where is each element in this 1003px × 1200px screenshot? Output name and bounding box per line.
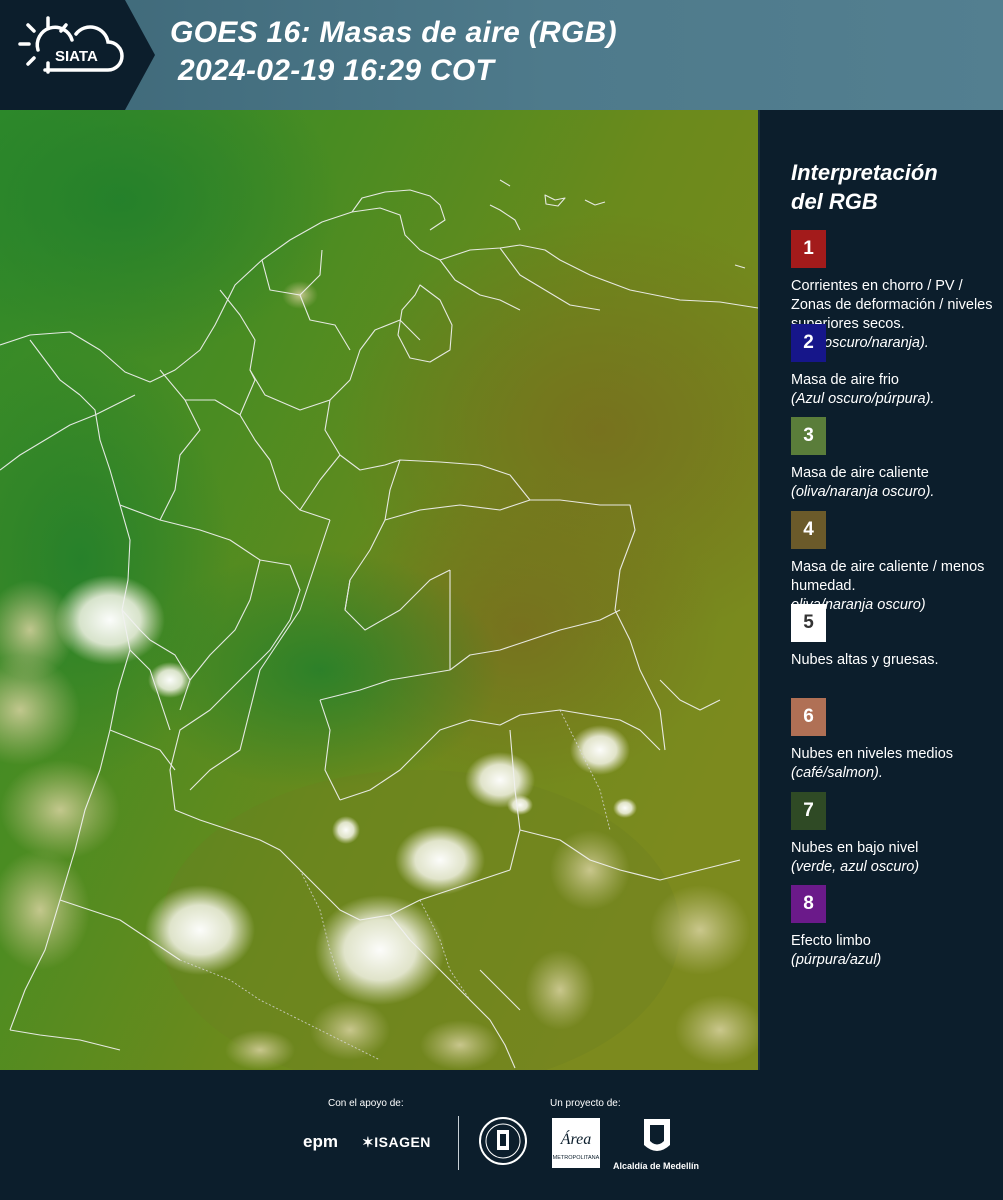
legend-item-2: 2 Masa de aire frio (Azul oscuro/púrpura). (791, 323, 1001, 418)
legend-panel: Interpretación del RGB 1 Corrientes en ch… (758, 110, 1003, 1070)
legend-swatch: 6 (791, 697, 826, 736)
isagen-logo: ✶ISAGEN (362, 1134, 431, 1151)
legend-item-6: 6 Nubes en niveles medios (café/salmon). (791, 697, 1001, 792)
legend-swatch: 1 (791, 230, 826, 268)
title-line-1: GOES 16: Masas de aire (RGB) (170, 16, 617, 49)
legend-note: (oliva/naranja oscuro). (791, 484, 935, 501)
legend-swatch: 5 (791, 604, 826, 643)
epm-logo: epm (303, 1132, 338, 1151)
legend-item-8: 8 Efecto limbo (púrpura/azul) (791, 885, 1001, 979)
page-title: GOES 16: Masas de aire (RGB) 2024-02-19 … (170, 14, 617, 90)
legend-note: (verde, azul oscuro) (791, 858, 920, 875)
legend-swatch: 7 (791, 791, 826, 830)
legend-swatch: 8 (791, 885, 826, 924)
svg-text:METROPOLITANA: METROPOLITANA (553, 1155, 600, 1161)
alcaldia-label: Alcaldía de Medellín (613, 1161, 700, 1171)
satellite-map[interactable] (0, 110, 758, 1070)
isagen-mark-icon: ✶ (362, 1134, 375, 1150)
support-label: Con el apoyo de: (328, 1098, 404, 1109)
legend-item-5: 5 Nubes altas y gruesas. (791, 604, 1001, 698)
footer-divider (458, 1116, 459, 1170)
title-line-2: 2024-02-19 16:29 COT (178, 54, 495, 87)
legend-description: Nubes altas y gruesas. (791, 651, 1001, 670)
legend-item-4: 4 Masa de aire caliente / menos humedad. o… (791, 510, 1001, 613)
legend-note: (café/salmon). (791, 764, 883, 781)
legend-description: Nubes en bajo nivel (verde, azul oscuro) (791, 839, 1001, 877)
isagen-label: ISAGEN (374, 1134, 431, 1150)
university-seal-icon (478, 1116, 528, 1166)
svg-text:Área: Área (560, 1129, 592, 1148)
legend-text: Nubes altas y gruesas. (791, 652, 939, 669)
legend-text: Masa de aire caliente (791, 465, 929, 482)
legend-description: Nubes en niveles medios (café/salmon). (791, 745, 1001, 783)
legend-title-line-1: Interpretación (791, 160, 938, 185)
legend-item-1: 1 Corrientes en chorro / PV / Zonas de de… (791, 230, 1001, 351)
legend-title-line-2: del RGB (791, 189, 878, 214)
legend-swatch: 3 (791, 417, 826, 456)
footer: Con el apoyo de: Un proyecto de: epm ✶IS… (0, 1070, 1003, 1200)
legend-item-7: 7 Nubes en bajo nivel (verde, azul oscuro) (791, 791, 1001, 886)
legend-list: 1 Corrientes en chorro / PV / Zonas de de… (791, 230, 1001, 979)
legend-swatch: 2 (791, 323, 826, 362)
legend-text: Masa de aire frio (791, 371, 899, 388)
area-metropolitana-logo: Área METROPOLITANA (552, 1118, 600, 1168)
siata-logo: SIATA (0, 0, 155, 110)
project-label: Un proyecto de: (550, 1098, 621, 1109)
legend-title: Interpretación del RGB (791, 158, 938, 216)
legend-text: Efecto limbo (791, 933, 871, 950)
legend-item-3: 3 Masa de aire caliente (oliva/naranja osc… (791, 417, 1001, 511)
legend-swatch: 4 (791, 510, 826, 549)
legend-note: (púrpura/azul) (791, 952, 882, 969)
legend-description: Masa de aire caliente (oliva/naranja oscu… (791, 464, 1001, 502)
legend-text: Masa de aire caliente / menos humedad. (791, 558, 985, 594)
legend-note: (Azul oscuro/púrpura). (791, 390, 935, 407)
svg-text:SIATA: SIATA (55, 48, 98, 65)
legend-description: Efecto limbo (púrpura/azul) (791, 932, 1001, 970)
legend-text: Nubes en niveles medios (791, 745, 954, 762)
legend-text: Nubes en bajo nivel (791, 839, 919, 856)
header-bar: SIATA GOES 16: Masas de aire (RGB) 2024-… (0, 0, 1003, 110)
legend-description: Masa de aire frio (Azul oscuro/púrpura). (791, 371, 1001, 409)
